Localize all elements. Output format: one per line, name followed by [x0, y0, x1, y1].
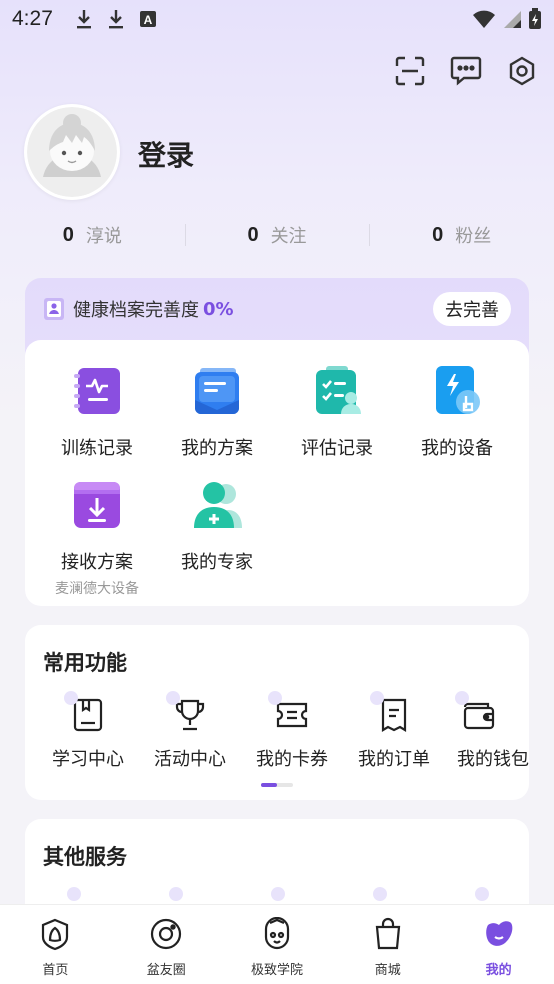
func-item-label: 我的订单	[358, 749, 430, 770]
academy-icon	[264, 917, 290, 950]
my-expert-icon	[194, 482, 242, 528]
stat-posts[interactable]: 0 淳说	[0, 218, 185, 252]
wifi-icon	[473, 10, 495, 28]
bottom-nav: 首页 盆友圈 极致学院 商城 我的	[0, 904, 554, 984]
grid-item-training-record[interactable]: 训练记录	[37, 364, 157, 460]
grid-item-label: 我的设备	[421, 438, 493, 459]
grid-item-label: 评估记录	[301, 438, 373, 459]
settings-icon[interactable]	[506, 55, 538, 87]
health-record-card: 健康档案完善度 0% 去完善 训练记录 我的方案 评估记录 我的设备 接收方案 …	[25, 278, 529, 606]
message-icon[interactable]	[450, 55, 482, 87]
shop-icon	[375, 917, 400, 950]
grid-item-label: 我的方案	[181, 438, 253, 459]
avatar[interactable]	[24, 104, 120, 200]
stats-row: 0 淳说 0 关注 0 粉丝	[0, 218, 554, 252]
func-item-activity-center[interactable]: 活动中心	[139, 691, 241, 771]
svg-text:A: A	[144, 13, 153, 27]
grid-item-my-device[interactable]: 我的设备	[397, 364, 517, 460]
my-plan-icon	[195, 368, 239, 414]
scroll-indicator	[261, 783, 293, 787]
func-item-learning-center[interactable]: 学习中心	[37, 691, 139, 771]
grid-item-my-plan[interactable]: 我的方案	[157, 364, 277, 460]
common-functions-card: 常用功能 学习中心 活动中心 我的卡券 我的订单 我的钱包	[25, 625, 529, 800]
signal-icon	[504, 11, 521, 28]
stat-followers[interactable]: 0 粉丝	[369, 218, 554, 252]
download-icon	[108, 10, 123, 29]
grid-item-my-expert[interactable]: 我的专家	[157, 478, 277, 574]
a-notification-icon: A	[139, 11, 156, 27]
status-bar: 4:27 A	[0, 0, 554, 38]
nav-label: 极致学院	[250, 963, 303, 978]
stat-number: 0	[62, 223, 74, 246]
health-record-label: 健康档案完善度	[73, 300, 199, 321]
func-item-label: 我的卡券	[256, 749, 328, 770]
receive-plan-icon	[74, 482, 120, 528]
func-item-my-coupons[interactable]: 我的卡券	[241, 691, 343, 771]
nav-item-profile[interactable]: 我的	[443, 905, 554, 984]
my-device-icon	[436, 366, 480, 414]
func-item-label: 我的钱包	[457, 749, 529, 770]
nav-item-circle[interactable]: 盆友圈	[111, 905, 222, 984]
grid-item-label: 训练记录	[61, 438, 133, 459]
nav-label: 盆友圈	[146, 963, 186, 978]
stat-following[interactable]: 0 关注	[184, 218, 370, 252]
func-item-label: 活动中心	[154, 749, 226, 770]
health-record-icon	[44, 298, 64, 320]
home-icon	[42, 918, 69, 951]
func-item-my-wallet[interactable]: 我的钱包	[445, 691, 529, 771]
download-icon	[76, 10, 91, 29]
grid-item-sublabel: 麦澜德大设备	[55, 581, 139, 597]
top-actions	[394, 55, 538, 87]
health-record-percent: 0%	[203, 298, 234, 320]
stat-number: 0	[432, 223, 444, 246]
nav-label: 我的	[485, 963, 512, 978]
nav-item-shop[interactable]: 商城	[332, 905, 443, 984]
stat-label: 粉丝	[455, 226, 492, 247]
grid-item-receive-plan[interactable]: 接收方案 麦澜德大设备	[37, 478, 157, 598]
grid-item-assessment-record[interactable]: 评估记录	[277, 364, 397, 460]
complete-profile-button[interactable]: 去完善	[433, 292, 511, 326]
common-functions-title: 常用功能	[43, 651, 127, 675]
circle-icon	[151, 918, 182, 950]
profile-icon	[485, 921, 512, 946]
nav-item-home[interactable]: 首页	[0, 905, 111, 984]
stat-label: 关注	[270, 226, 307, 247]
scan-icon[interactable]	[394, 55, 426, 87]
status-time: 4:27	[12, 7, 53, 30]
nav-label: 首页	[42, 963, 69, 978]
other-services-title: 其他服务	[43, 845, 127, 869]
grid-item-label: 接收方案	[61, 552, 133, 573]
training-record-icon	[74, 368, 120, 414]
login-label[interactable]: 登录	[138, 134, 194, 174]
func-item-label: 学习中心	[52, 749, 124, 770]
nav-label: 商城	[374, 963, 401, 978]
nav-item-academy[interactable]: 极致学院	[222, 905, 333, 984]
battery-icon	[529, 8, 541, 29]
stat-label: 淳说	[85, 226, 122, 247]
assessment-record-icon	[316, 366, 361, 414]
health-record-header: 健康档案完善度 0% 去完善	[25, 278, 529, 340]
func-item-my-orders[interactable]: 我的订单	[343, 691, 445, 771]
health-record-grid: 训练记录 我的方案 评估记录 我的设备 接收方案 麦澜德大设备 我的专家	[25, 340, 529, 606]
stat-number: 0	[247, 223, 259, 246]
grid-item-label: 我的专家	[181, 552, 253, 573]
